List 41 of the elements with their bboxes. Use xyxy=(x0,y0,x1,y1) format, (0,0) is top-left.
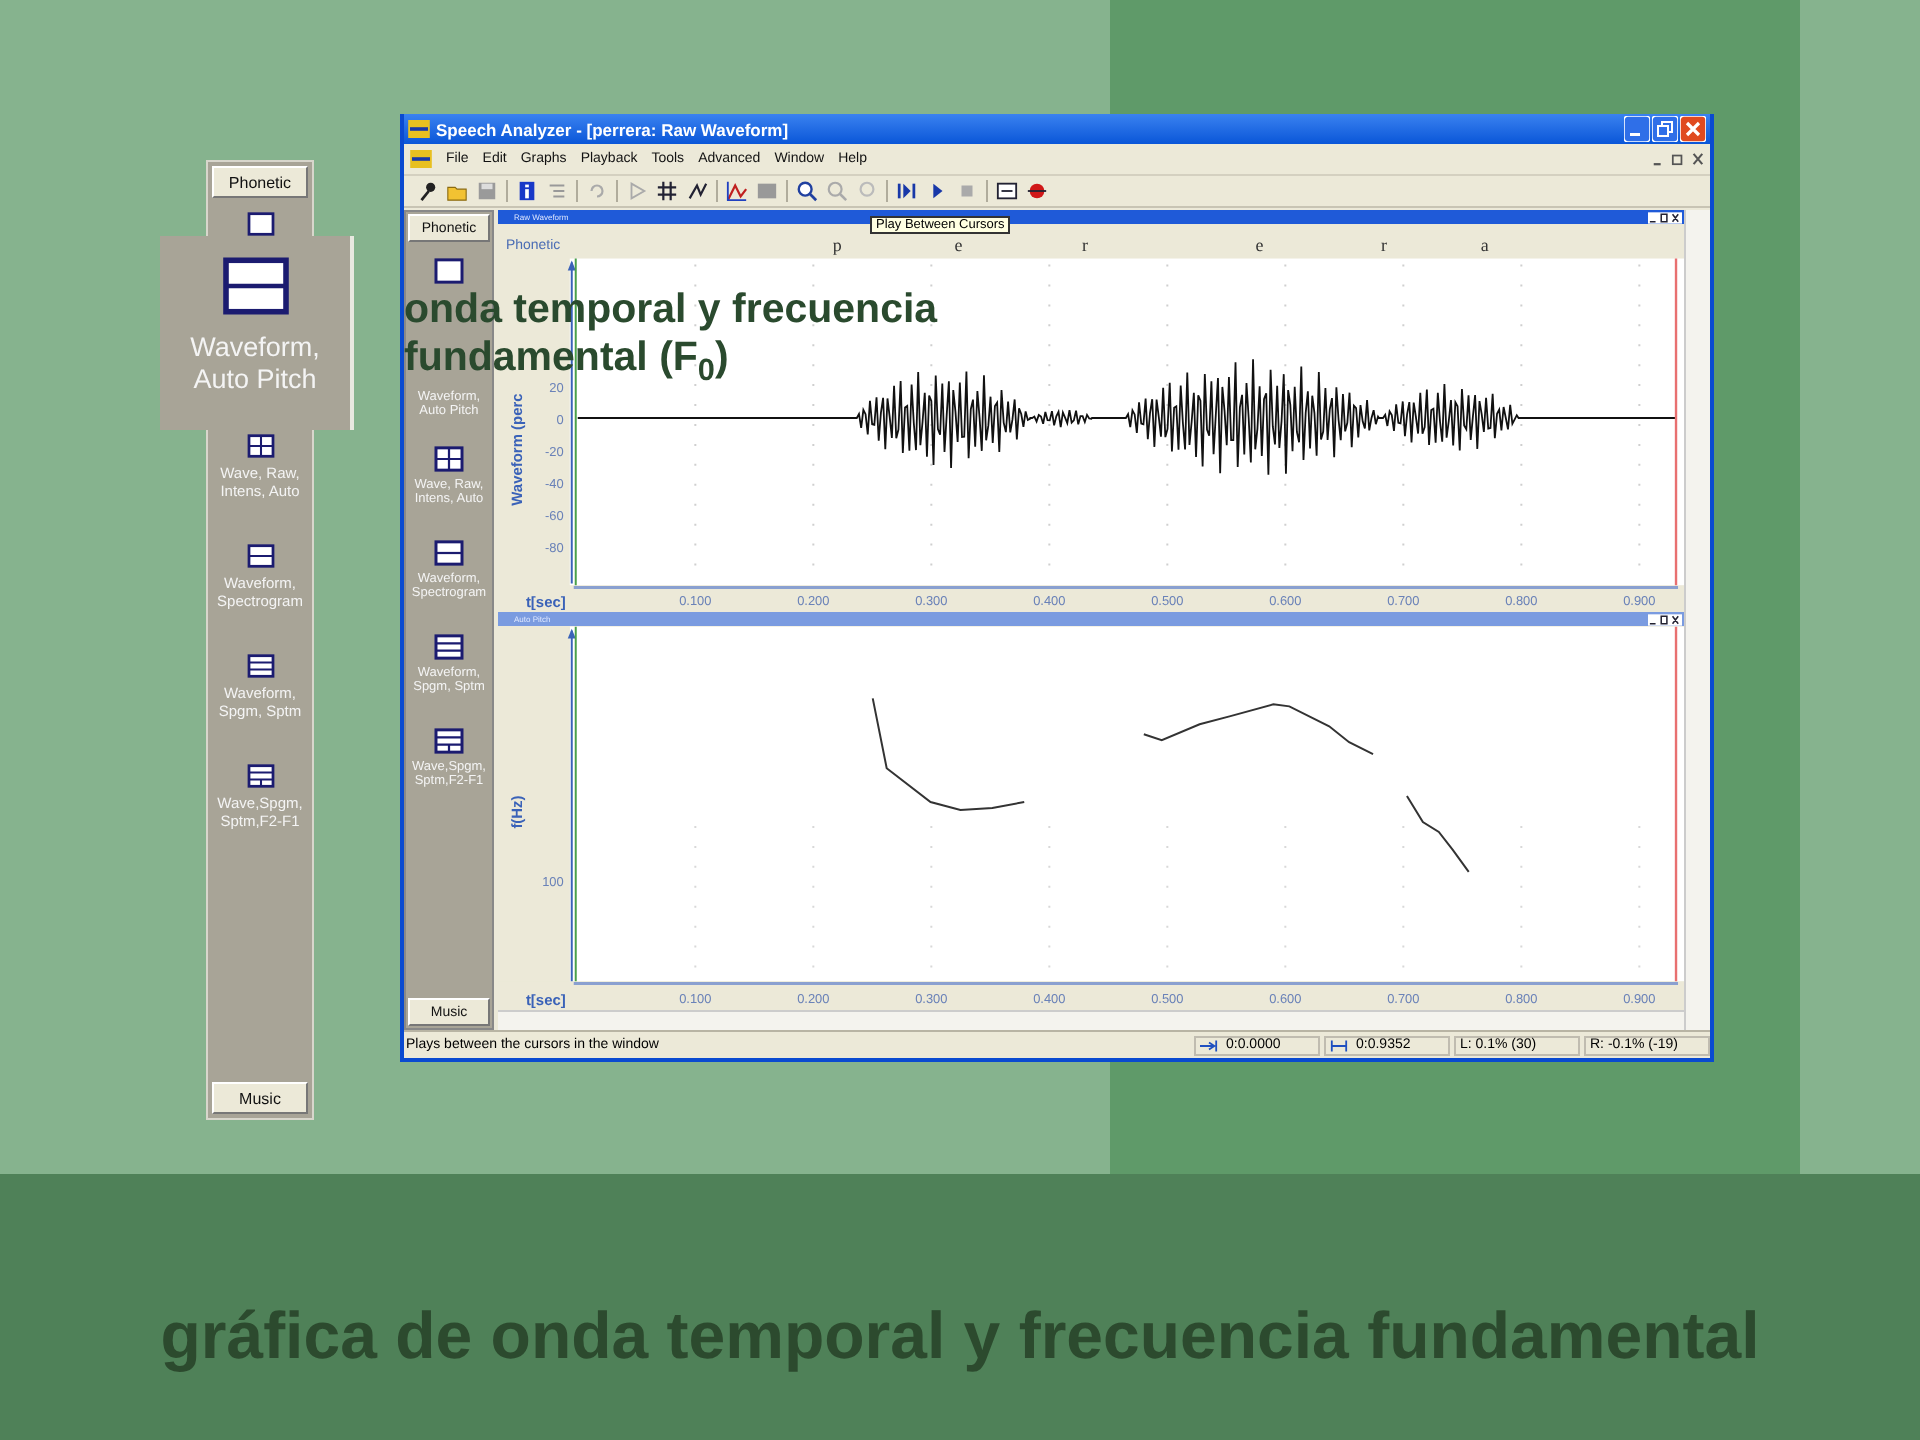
phonetic-button[interactable]: Phonetic xyxy=(212,166,308,198)
layout-split2-icon[interactable] xyxy=(434,540,464,566)
close-icon[interactable] xyxy=(1680,116,1706,142)
skip-play-icon[interactable] xyxy=(896,180,918,202)
hash-icon[interactable] xyxy=(656,180,678,202)
restore-icon[interactable] xyxy=(1652,116,1678,142)
minimize-icon[interactable] xyxy=(1624,116,1650,142)
phonetic-symbol: p xyxy=(832,234,842,255)
layout-split3-icon[interactable] xyxy=(245,654,275,678)
horizontal-scrollbar[interactable] xyxy=(498,1010,1684,1030)
phonetic-symbol: e xyxy=(1255,234,1264,255)
layout-grid4-icon[interactable] xyxy=(434,446,464,472)
layout-split3b-icon[interactable] xyxy=(245,764,275,788)
phonetic-symbol: r xyxy=(1082,234,1088,255)
pane-controls-icon[interactable] xyxy=(1648,613,1682,625)
zoom-in-icon[interactable] xyxy=(796,180,818,202)
layout-split2-icon[interactable] xyxy=(245,544,275,568)
phonetic-symbol: e xyxy=(954,234,963,255)
layout-single-icon[interactable] xyxy=(434,258,464,284)
info-icon[interactable] xyxy=(516,180,538,202)
cursor-start-icon xyxy=(1200,1039,1218,1051)
app-icon xyxy=(408,120,430,138)
music-button[interactable]: Music xyxy=(212,1082,308,1114)
layout-grid4-icon[interactable] xyxy=(245,434,275,458)
microphone-icon[interactable] xyxy=(416,180,438,202)
length-icon xyxy=(1330,1039,1348,1051)
phonetic-symbol: a xyxy=(1480,234,1489,255)
chart-icon[interactable] xyxy=(726,180,748,202)
layout-split3b-icon[interactable] xyxy=(434,728,464,754)
vertical-scrollbar[interactable] xyxy=(1684,210,1710,1030)
window-icon[interactable] xyxy=(996,180,1018,202)
layout-single-icon[interactable] xyxy=(245,212,275,236)
phonetic-symbol: r xyxy=(1381,234,1387,255)
document-icon xyxy=(410,150,432,168)
pitch-contour xyxy=(1405,795,1470,873)
layout-split2-icon xyxy=(219,256,291,316)
pane-controls-icon[interactable] xyxy=(1648,211,1682,223)
window-title: Speech Analyzer - [perrera: Raw Waveform] xyxy=(436,119,791,139)
mdi-controls-icon[interactable] xyxy=(1652,152,1704,166)
layout-label: Waveform, Auto Pitch xyxy=(188,332,322,395)
layout-split3-icon[interactable] xyxy=(434,634,464,660)
